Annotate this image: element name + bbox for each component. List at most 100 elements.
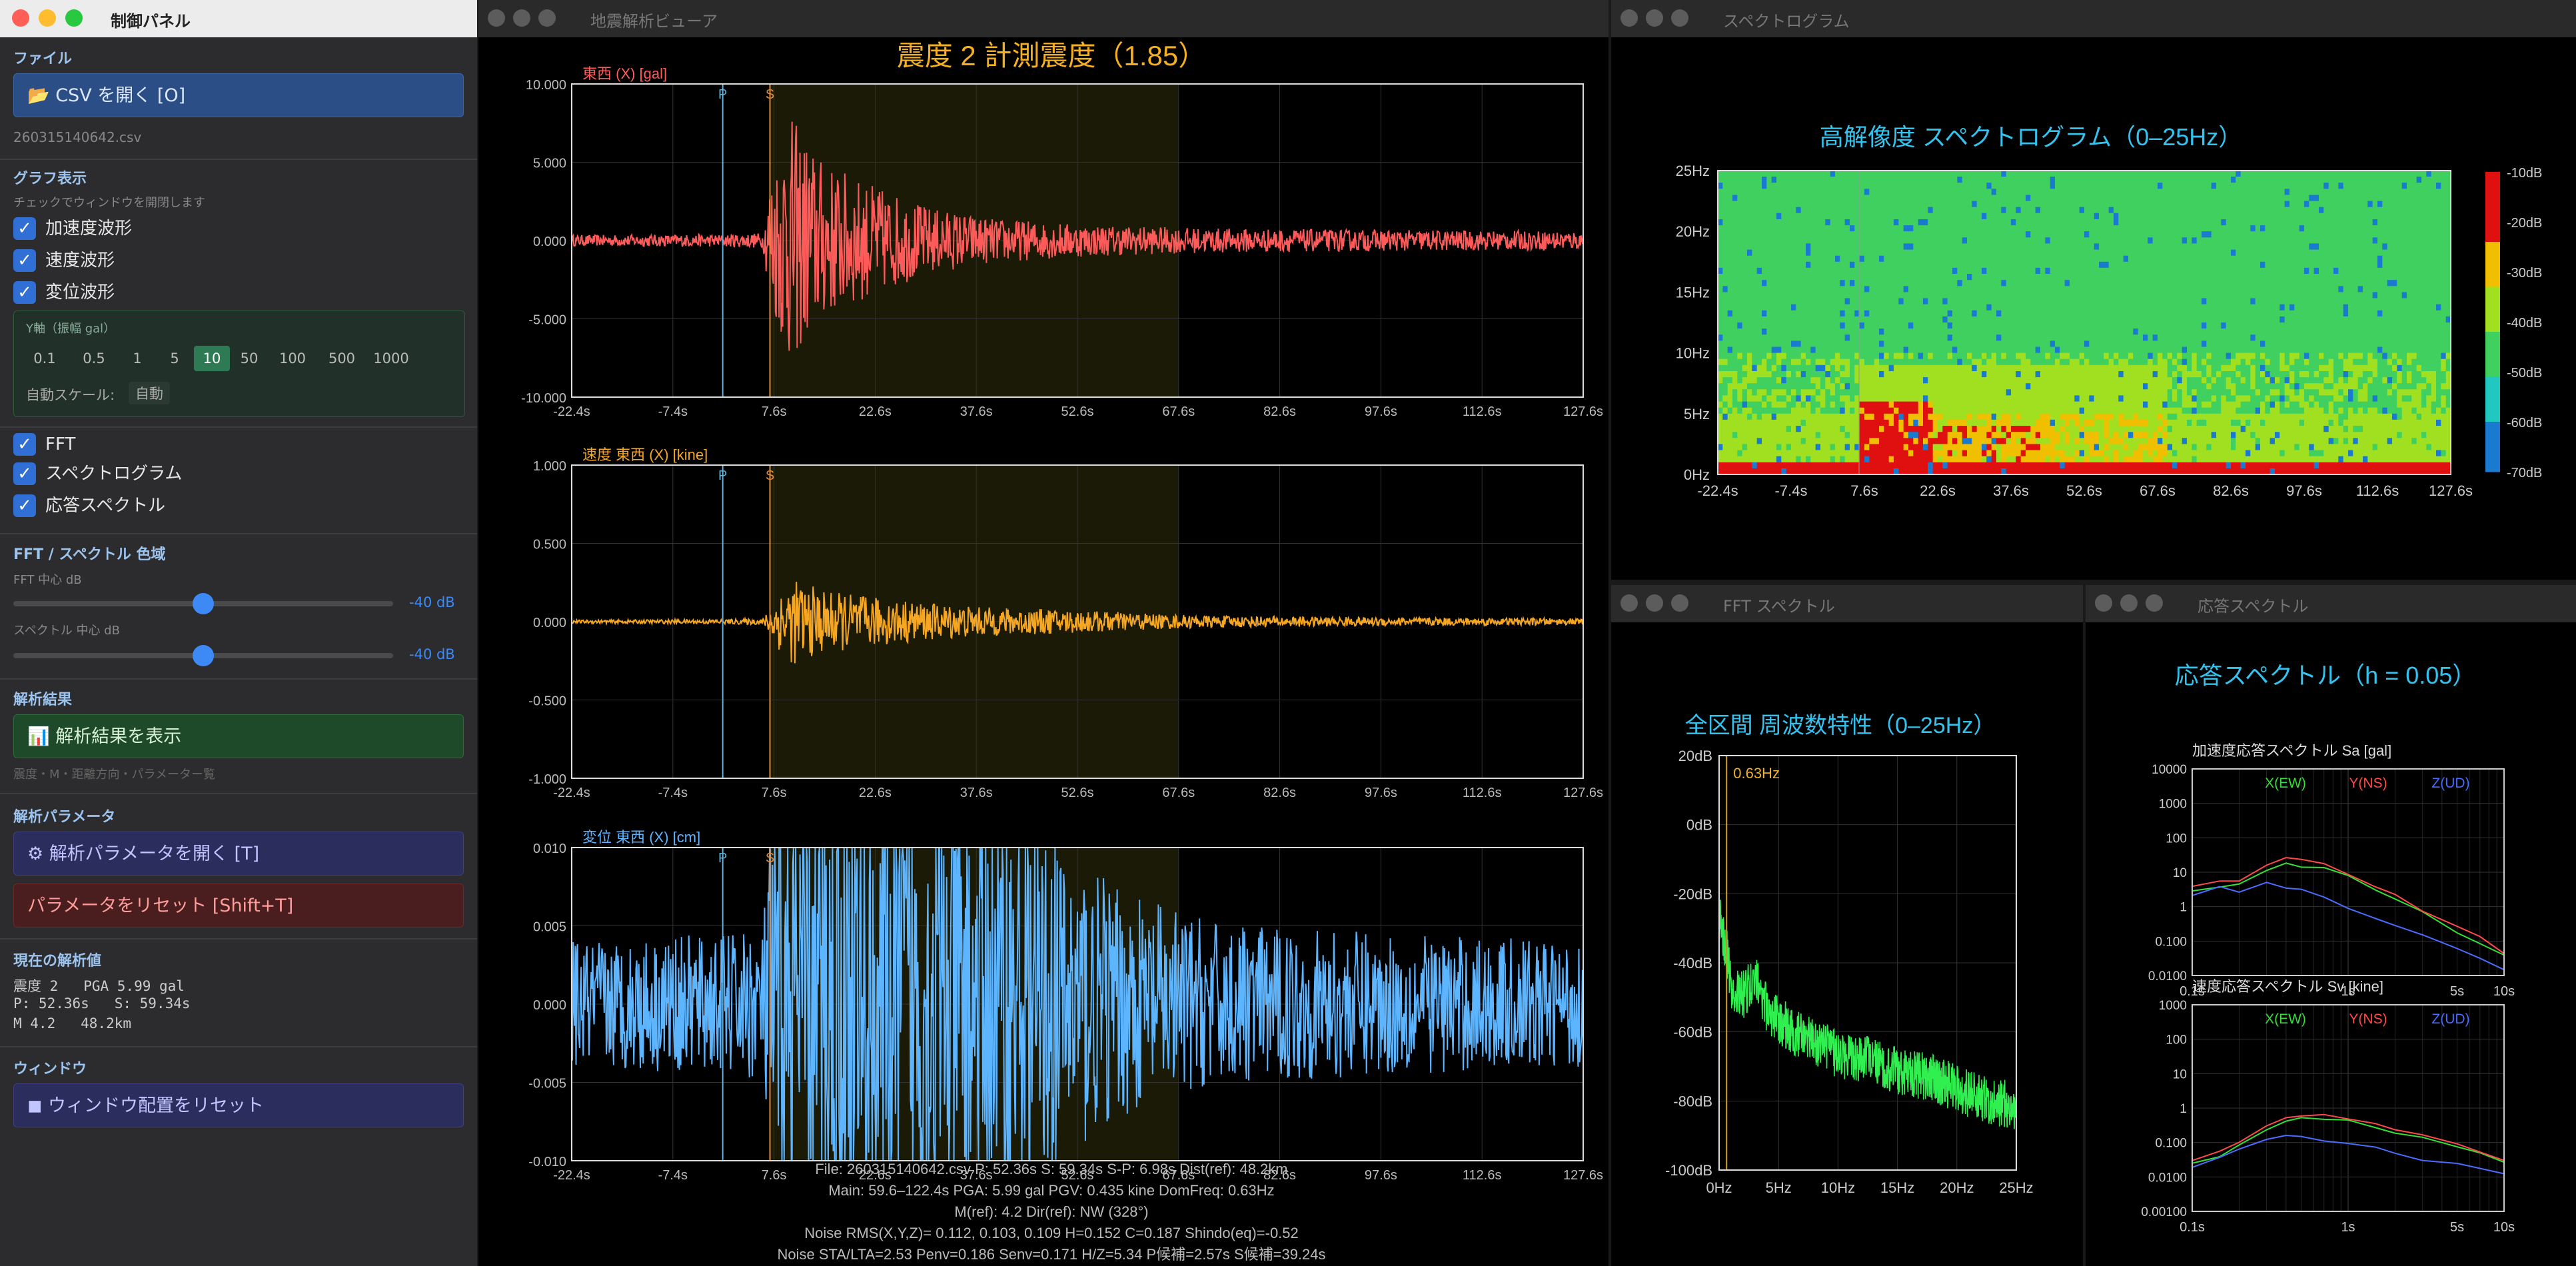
close-button[interactable] <box>1620 9 1638 27</box>
control-panel-titlebar[interactable]: 制御パネル <box>0 0 477 37</box>
autoscale-button[interactable]: 自動 <box>129 382 170 404</box>
heatmap-cell <box>2020 456 2026 463</box>
heatmap-cell <box>2006 334 2012 341</box>
yaxis-option-button[interactable]: 500 <box>318 346 366 371</box>
heatmap-cell <box>2114 395 2119 402</box>
heatmap-cell <box>1762 267 1767 275</box>
heatmap-cell <box>1947 286 1953 293</box>
heatmap-cell <box>1825 213 1831 220</box>
heatmap-cell <box>1903 274 1909 281</box>
heatmap-cell <box>1810 261 1816 269</box>
heatmap-cell <box>2050 358 2056 366</box>
heatmap-cell <box>1918 171 1924 177</box>
heatmap-cell <box>2094 213 2100 220</box>
heatmap-cell <box>1815 310 1821 317</box>
heatmap-cell <box>1932 274 1938 281</box>
waveform-plots[interactable]: 震度 2 計測震度（1.85） P S東西 (X) [gal]10.0005.00… <box>478 37 1609 1266</box>
heatmap-cell <box>2177 413 2183 420</box>
heatmap-cell <box>2143 419 2148 426</box>
heatmap-cell <box>1756 322 1762 329</box>
yaxis-option-button[interactable]: 10 <box>194 346 230 371</box>
heatmap-cell <box>2089 261 2095 269</box>
heatmap-cell <box>1825 225 1831 232</box>
heatmap-cell <box>2084 364 2090 372</box>
yaxis-option-button[interactable]: 0.5 <box>70 346 118 371</box>
heatmap-cell <box>1800 261 1806 269</box>
minimize-button[interactable] <box>39 9 56 27</box>
heatmap-cell <box>2114 298 2119 305</box>
open-param-button[interactable]: ⚙ 解析パラメータを開く [T] <box>13 832 464 876</box>
zoom-button[interactable] <box>65 9 83 27</box>
spectrogram-titlebar[interactable]: スペクトログラム <box>1611 0 2576 37</box>
yaxis-option-button[interactable]: 0.1 <box>21 346 69 371</box>
viewer-titlebar[interactable]: 地震解析ビューア <box>478 0 1609 37</box>
heatmap-cell <box>1762 377 1767 384</box>
heatmap-cell <box>1766 383 1772 390</box>
heatmap-cell <box>2040 298 2046 305</box>
heatmap-cell <box>1835 444 1840 450</box>
heatmap-cell <box>1908 383 1914 390</box>
heatmap-cell <box>1908 389 1914 396</box>
heatmap-cell <box>2128 419 2134 426</box>
heatmap-cell <box>1752 298 1758 305</box>
minimize-button[interactable] <box>1646 9 1663 27</box>
heatmap-cell <box>2026 395 2031 402</box>
heatmap-cell <box>1928 383 1934 390</box>
heatmap-cell <box>2138 207 2144 214</box>
heatmap-cell <box>2020 183 2026 189</box>
heatmap-cell <box>1718 371 1723 378</box>
spec-center-slider[interactable] <box>13 645 393 666</box>
open-csv-button[interactable]: 📂 CSV を開く [O] <box>13 73 464 117</box>
heatmap-cell <box>1864 346 1870 354</box>
heatmap-cell <box>2114 207 2119 214</box>
spectrogram-plot[interactable]: 高解像度 スペクトログラム（0–25Hz） 25Hz20Hz15Hz10Hz5H… <box>1611 37 2576 580</box>
heatmap-cell <box>2148 310 2154 317</box>
reset-param-button[interactable]: パラメータをリセット [Shift+T] <box>13 884 464 928</box>
close-button[interactable] <box>488 9 505 27</box>
heatmap-cell <box>2079 219 2085 226</box>
heatmap-cell <box>2104 346 2110 354</box>
zoom-button[interactable] <box>538 9 556 27</box>
slider-knob[interactable] <box>193 593 214 614</box>
heatmap-cell <box>2108 249 2114 257</box>
yaxis-option-button[interactable]: 50 <box>231 346 267 371</box>
heatmap-cell <box>1820 274 1826 281</box>
heatmap-cell <box>1991 201 1997 208</box>
reset-window-button[interactable]: ◼ ウィンドウ配置をリセット <box>13 1083 464 1127</box>
yaxis-option-button[interactable]: 5 <box>157 346 193 371</box>
heatmap-cell <box>2104 286 2110 293</box>
yaxis-option-button[interactable]: 1000 <box>367 346 415 371</box>
heatmap-cell <box>2074 413 2080 420</box>
heatmap-cell <box>1918 243 1924 250</box>
fft-center-slider[interactable] <box>13 593 393 614</box>
heatmap-cell <box>1947 183 1953 189</box>
heatmap-cell <box>2148 286 2154 293</box>
heatmap-cell <box>2162 249 2168 257</box>
heatmap-cell <box>1982 207 1987 214</box>
heatmap-cell <box>2182 364 2188 372</box>
heatmap-cell <box>1982 249 1987 257</box>
heatmap-cell <box>2094 207 2100 214</box>
heatmap-cell <box>2040 371 2046 378</box>
heatmap-cell <box>1986 395 1992 402</box>
heatmap-cell <box>1840 213 1846 220</box>
heatmap-cell <box>1859 364 1865 372</box>
zoom-button[interactable] <box>1671 9 1688 27</box>
heatmap-cell <box>2011 371 2016 378</box>
heatmap-cell <box>1879 231 1884 238</box>
heatmap-cell <box>1913 401 1919 408</box>
slider-knob[interactable] <box>193 645 214 666</box>
heatmap-cell <box>1864 383 1870 390</box>
close-button[interactable] <box>12 9 29 27</box>
heatmap-cell <box>2182 352 2188 360</box>
heatmap-cell <box>1786 389 1792 396</box>
minimize-button[interactable] <box>513 9 530 27</box>
yaxis-option-button[interactable]: 1 <box>119 346 155 371</box>
show-result-button[interactable]: 📊 解析結果を表示 <box>13 714 464 758</box>
heatmap-cell <box>2060 438 2066 444</box>
heatmap-cell <box>1952 334 1958 341</box>
heatmap-cell <box>2011 310 2016 317</box>
heatmap-cell <box>2026 243 2031 250</box>
yaxis-option-button[interactable]: 100 <box>269 346 317 371</box>
heatmap-cell <box>1908 426 1914 432</box>
